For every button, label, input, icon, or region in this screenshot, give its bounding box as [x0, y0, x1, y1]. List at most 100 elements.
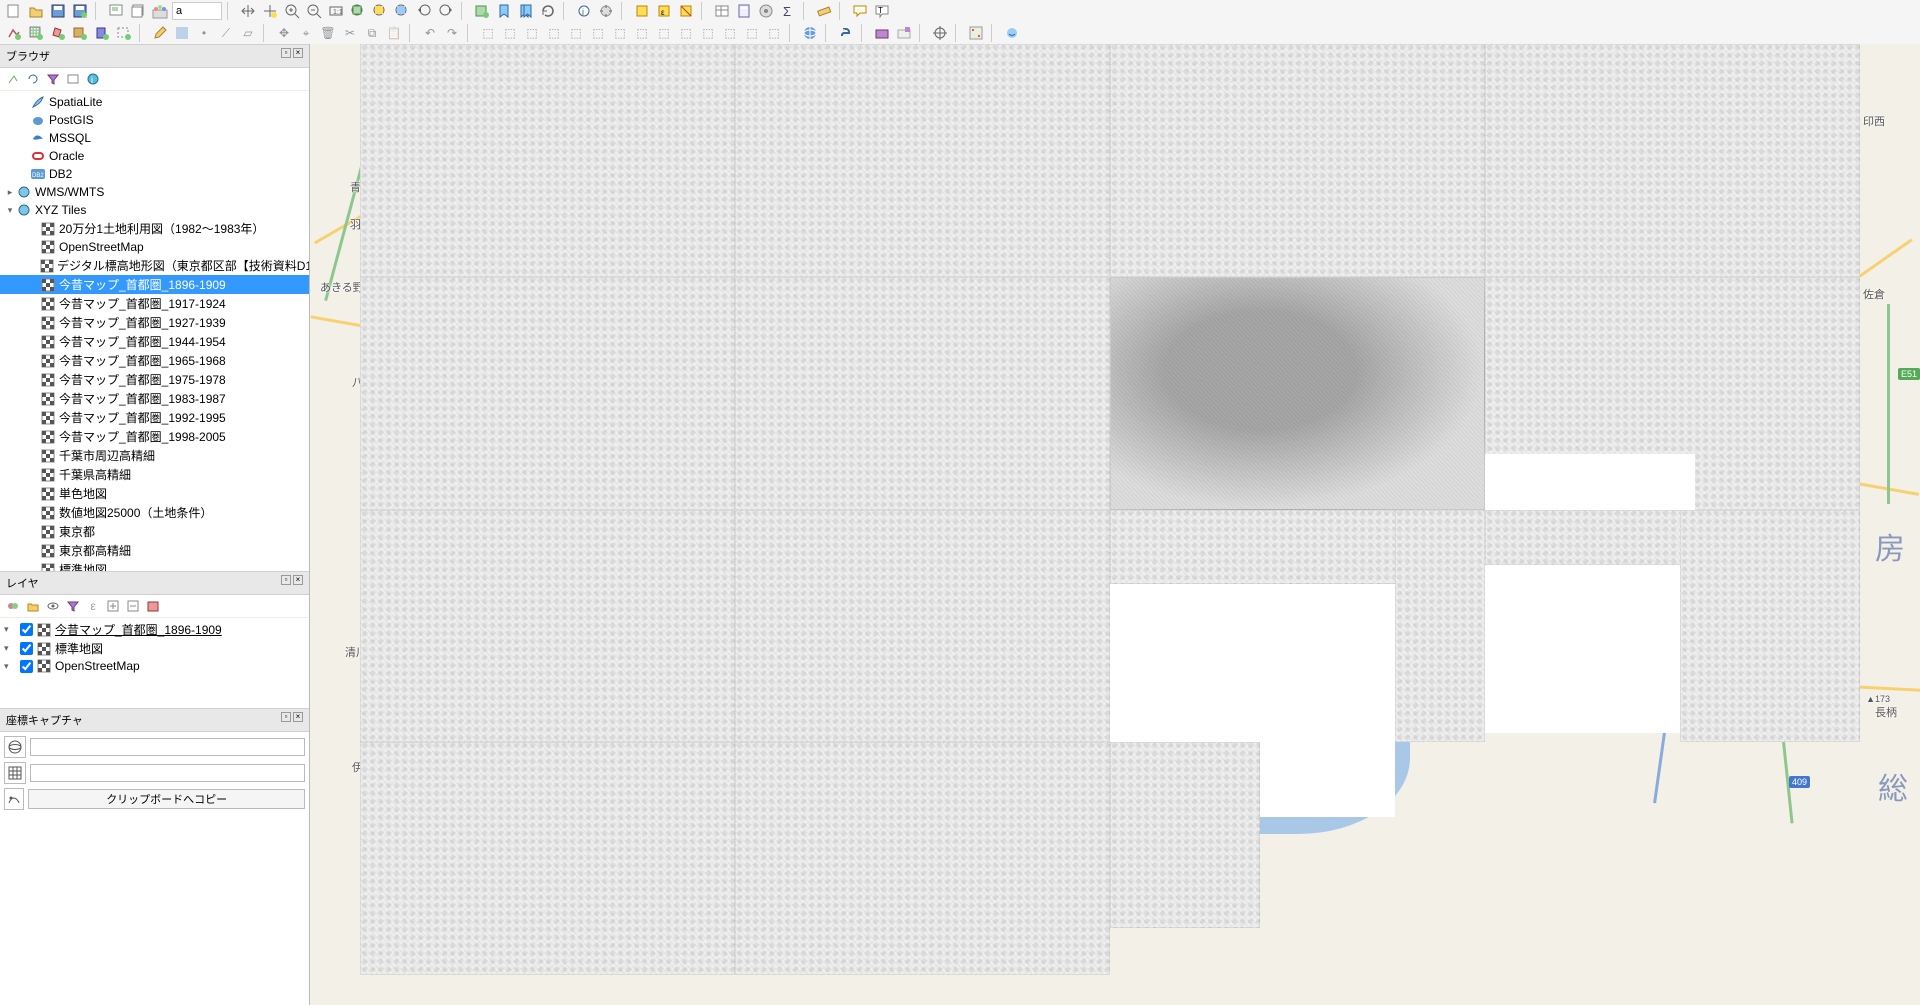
browser-dock-icon[interactable]: ▫	[281, 48, 291, 58]
tree-item-db2[interactable]: DB2DB2	[0, 165, 309, 183]
chevron-down-icon[interactable]: ▾	[4, 624, 16, 635]
plugin-1-icon[interactable]	[872, 23, 892, 43]
layout-manager-icon[interactable]	[128, 1, 148, 21]
browser-refresh-icon[interactable]	[25, 71, 41, 87]
zoom-last-icon[interactable]	[414, 1, 434, 21]
coord-value-input[interactable]	[30, 764, 305, 782]
processing-icon[interactable]	[756, 1, 776, 21]
copy-feature-icon[interactable]: ⧉	[362, 23, 382, 43]
zoom-in-icon[interactable]	[282, 1, 302, 21]
new-bookmark-icon[interactable]	[494, 1, 514, 21]
layer-visibility-checkbox[interactable]	[20, 623, 33, 636]
python-icon[interactable]	[836, 23, 856, 43]
layers-expr-icon[interactable]: ε	[85, 598, 101, 614]
layers-add-group-icon[interactable]	[25, 598, 41, 614]
coord-close-icon[interactable]: ×	[293, 712, 303, 722]
zoom-layer-icon[interactable]	[392, 1, 412, 21]
tree-item-xyz-child[interactable]: OpenStreetMap	[0, 238, 309, 256]
identify-icon[interactable]: i	[574, 1, 594, 21]
open-project-icon[interactable]	[26, 1, 46, 21]
paste-feature-icon[interactable]: 📋	[384, 23, 404, 43]
redo-icon[interactable]: ↷	[442, 23, 462, 43]
action-icon[interactable]	[596, 1, 616, 21]
layers-visibility-icon[interactable]	[45, 598, 61, 614]
refresh-icon[interactable]	[538, 1, 558, 21]
save-icon[interactable]	[48, 1, 68, 21]
chevron-down-icon[interactable]: ▾	[4, 661, 16, 672]
new-geopackage-icon[interactable]	[70, 23, 90, 43]
maptips-icon[interactable]	[850, 1, 870, 21]
delete-feature-icon[interactable]: 🗑	[318, 23, 338, 43]
cut-feature-icon[interactable]: ✂	[340, 23, 360, 43]
tree-item-spatialite[interactable]: SpatiaLite	[0, 93, 309, 111]
new-map-icon[interactable]	[472, 1, 492, 21]
plugin-2-icon[interactable]	[894, 23, 914, 43]
attribute-table-icon[interactable]	[712, 1, 732, 21]
zoom-next-icon[interactable]	[436, 1, 456, 21]
digitize-5-icon[interactable]: ⬚	[566, 23, 586, 43]
edit-save-icon[interactable]	[172, 23, 192, 43]
style-manager-icon[interactable]	[150, 1, 170, 21]
tree-item-xyz-child[interactable]: 標準地図	[0, 560, 309, 571]
layers-expand-icon[interactable]	[105, 598, 121, 614]
coord-copy-button[interactable]: クリップボードへコピー	[28, 789, 305, 809]
tree-item-xyz-child[interactable]: 今昔マップ_首都圏_1975-1978	[0, 370, 309, 389]
digitize-13-icon[interactable]: ⬚	[742, 23, 762, 43]
browser-collapse-icon[interactable]	[65, 71, 81, 87]
field-calc-icon[interactable]	[734, 1, 754, 21]
digitize-10-icon[interactable]: ⬚	[676, 23, 696, 43]
browser-close-icon[interactable]: ×	[293, 48, 303, 58]
tree-item-xyz-child[interactable]: 東京都高精細	[0, 541, 309, 560]
zoom-out-icon[interactable]	[304, 1, 324, 21]
digitize-9-icon[interactable]: ⬚	[654, 23, 674, 43]
add-vector-icon[interactable]	[4, 23, 24, 43]
coord-crs-icon[interactable]	[4, 736, 26, 758]
browser-add-icon[interactable]	[5, 71, 21, 87]
add-point-icon[interactable]: •	[194, 23, 214, 43]
browser-tree[interactable]: SpatiaLite PostGIS MSSQL Oracle DB2DB2 ▸…	[0, 91, 309, 571]
tree-item-xyz-child[interactable]: 今昔マップ_首都圏_1998-2005	[0, 427, 309, 446]
new-spatialite-icon[interactable]	[92, 23, 112, 43]
layers-remove-icon[interactable]	[145, 598, 161, 614]
osm-tools-icon[interactable]	[1002, 23, 1022, 43]
move-feature-icon[interactable]: ✥	[274, 23, 294, 43]
tree-item-xyz-child[interactable]: 今昔マップ_首都圏_1896-1909	[0, 275, 309, 294]
layers-collapse-icon[interactable]	[125, 598, 141, 614]
new-shapefile-icon[interactable]	[48, 23, 68, 43]
layer-visibility-checkbox[interactable]	[20, 660, 33, 673]
tree-item-xyz[interactable]: ▾XYZ Tiles	[0, 201, 309, 219]
layer-visibility-checkbox[interactable]	[20, 642, 33, 655]
layer-item[interactable]: ▾OpenStreetMap	[0, 658, 309, 674]
tree-item-oracle[interactable]: Oracle	[0, 147, 309, 165]
coord-grid-icon[interactable]	[4, 762, 26, 784]
layout-icon[interactable]	[106, 1, 126, 21]
pan-selection-icon[interactable]	[260, 1, 280, 21]
search-input[interactable]	[172, 2, 222, 20]
tree-item-xyz-child[interactable]: 数値地図25000（土地条件）	[0, 503, 309, 522]
digitize-12-icon[interactable]: ⬚	[720, 23, 740, 43]
annotation-icon[interactable]: T	[872, 1, 892, 21]
measure-icon[interactable]	[814, 1, 834, 21]
coord-crs-input[interactable]	[30, 738, 305, 756]
digitize-6-icon[interactable]: ⬚	[588, 23, 608, 43]
pan-icon[interactable]	[238, 1, 258, 21]
layer-item[interactable]: ▾今昔マップ_首都圏_1896-1909	[0, 620, 309, 639]
coord-track-icon[interactable]	[4, 788, 24, 810]
tree-item-xyz-child[interactable]: デジタル標高地形図（東京都区部【技術資料D1	[0, 256, 309, 275]
digitize-7-icon[interactable]: ⬚	[610, 23, 630, 43]
digitize-2-icon[interactable]: ⬚	[500, 23, 520, 43]
layers-close-icon[interactable]: ×	[293, 575, 303, 585]
tree-item-xyz-child[interactable]: 今昔マップ_首都圏_1917-1924	[0, 294, 309, 313]
tree-item-xyz-child[interactable]: 今昔マップ_首都圏_1965-1968	[0, 351, 309, 370]
tree-item-xyz-child[interactable]: 今昔マップ_首都圏_1992-1995	[0, 408, 309, 427]
tree-item-xyz-child[interactable]: 20万分1土地利用図（1982～1983年）	[0, 219, 309, 238]
digitize-8-icon[interactable]: ⬚	[632, 23, 652, 43]
digitize-11-icon[interactable]: ⬚	[698, 23, 718, 43]
digitize-14-icon[interactable]: ⬚	[764, 23, 784, 43]
layers-body[interactable]: ▾今昔マップ_首都圏_1896-1909▾標準地図▾OpenStreetMap	[0, 618, 309, 708]
tree-item-xyz-child[interactable]: 今昔マップ_首都圏_1927-1939	[0, 313, 309, 332]
coord-dock-icon[interactable]: ▫	[281, 712, 291, 722]
tree-item-postgis[interactable]: PostGIS	[0, 111, 309, 129]
zoom-native-icon[interactable]: 1:1	[326, 1, 346, 21]
tree-item-wms[interactable]: ▸WMS/WMTS	[0, 183, 309, 201]
